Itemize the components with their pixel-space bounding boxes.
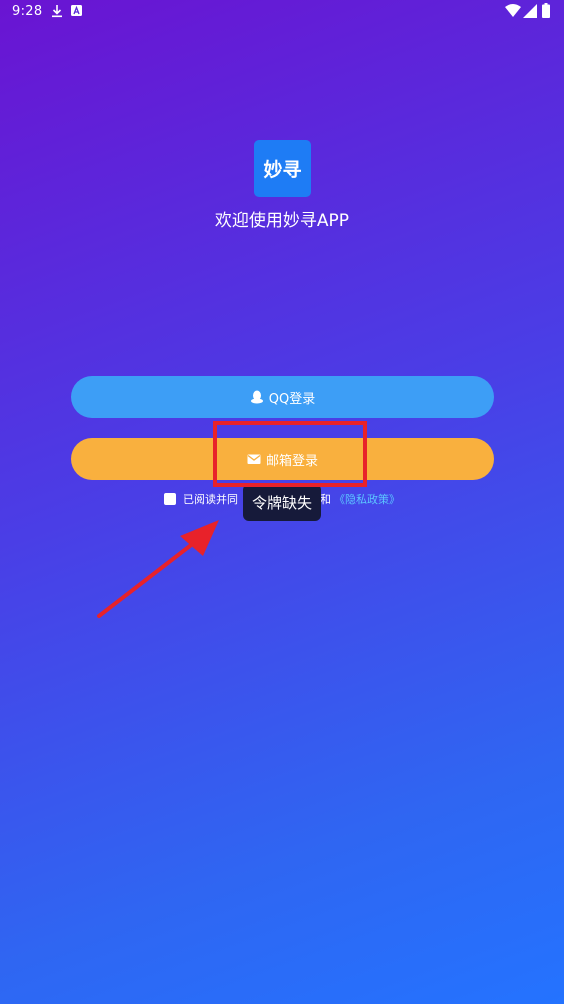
battery-icon [542, 3, 550, 18]
status-bar: 9:28 [0, 0, 564, 24]
login-screen: 9:28 妙寻 欢迎使用妙寻APP QQ登录 邮箱登录 已阅读并同 和 《隐私政… [0, 0, 564, 1004]
agreement-prefix: 已阅读并同 [183, 493, 238, 506]
welcome-text: 欢迎使用妙寻APP [214, 211, 350, 231]
status-time: 9:28 [12, 4, 43, 19]
agreement-checkbox[interactable] [164, 493, 176, 505]
toast-message: 令牌缺失 [243, 484, 321, 521]
app-logo: 妙寻 [254, 140, 311, 197]
annotation-highlight-box [213, 421, 367, 487]
qq-login-label: QQ登录 [268, 391, 316, 407]
a-icon [71, 5, 82, 16]
privacy-policy-link[interactable]: 《隐私政策》 [334, 491, 400, 507]
signal-icon [523, 4, 537, 18]
wifi-icon [505, 4, 521, 17]
qq-login-button[interactable]: QQ登录 [71, 376, 494, 418]
qq-icon [250, 390, 263, 404]
agreement-and: 和 [320, 493, 331, 506]
download-icon [52, 5, 62, 18]
